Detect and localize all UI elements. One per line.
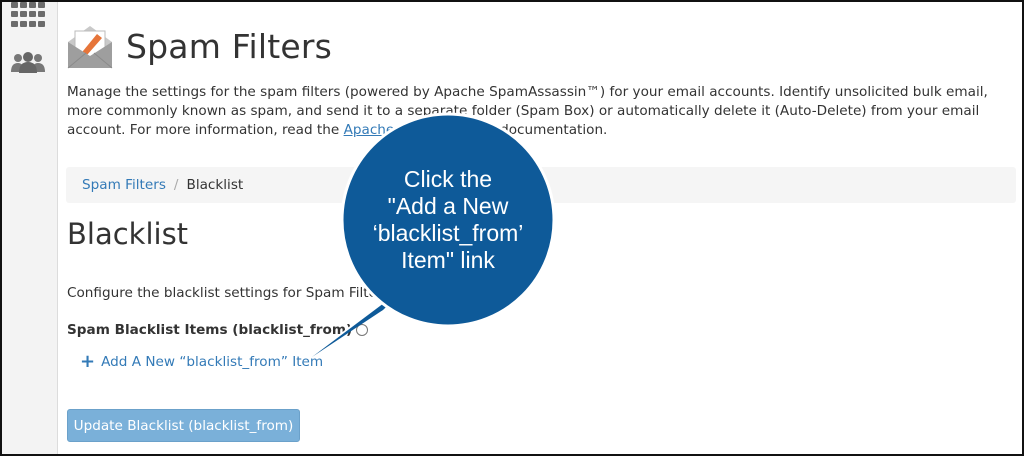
plus-icon: +: [80, 351, 96, 372]
users-icon[interactable]: [10, 52, 46, 76]
callout-text: Click the "Add a New ‘blacklist_from’ It…: [348, 166, 548, 274]
add-blacklist-item-link[interactable]: + Add A New “blacklist_from” Item: [80, 351, 324, 372]
blacklist-items-label: Spam Blacklist Items (blacklist_from): [67, 322, 369, 338]
page-title: Spam Filters: [126, 27, 333, 67]
add-link-label: Add A New “blacklist_from” Item: [101, 354, 324, 370]
apps-grid-icon[interactable]: [10, 2, 46, 28]
items-label-text: Spam Blacklist Items (blacklist_from): [67, 322, 353, 338]
callout-line-2: "Add a New: [387, 193, 509, 219]
breadcrumb-current: Blacklist: [186, 177, 244, 193]
section-title: Blacklist: [67, 217, 189, 251]
info-icon[interactable]: [356, 324, 369, 336]
sidebar: [0, 0, 58, 456]
callout-line-4: Item" link: [401, 247, 495, 273]
spam-filters-envelope-icon: [67, 25, 113, 68]
callout-line-1: Click the: [403, 166, 493, 192]
update-blacklist-button[interactable]: Update Blacklist (blacklist_from): [67, 409, 300, 442]
configure-text: Configure the blacklist settings for Spa…: [67, 285, 394, 301]
page-description: Manage the settings for the spam filters…: [67, 83, 1022, 140]
description-tail: documentation.: [495, 122, 608, 138]
breadcrumb-separator: /: [173, 177, 179, 193]
page-header: Spam Filters: [66, 5, 332, 88]
apache-spamassassin-link[interactable]: Apache SpamAssassin: [344, 122, 496, 138]
breadcrumb-spam-filters-link[interactable]: Spam Filters: [82, 177, 166, 193]
callout-line-3: ‘blacklist_from’: [372, 220, 524, 246]
